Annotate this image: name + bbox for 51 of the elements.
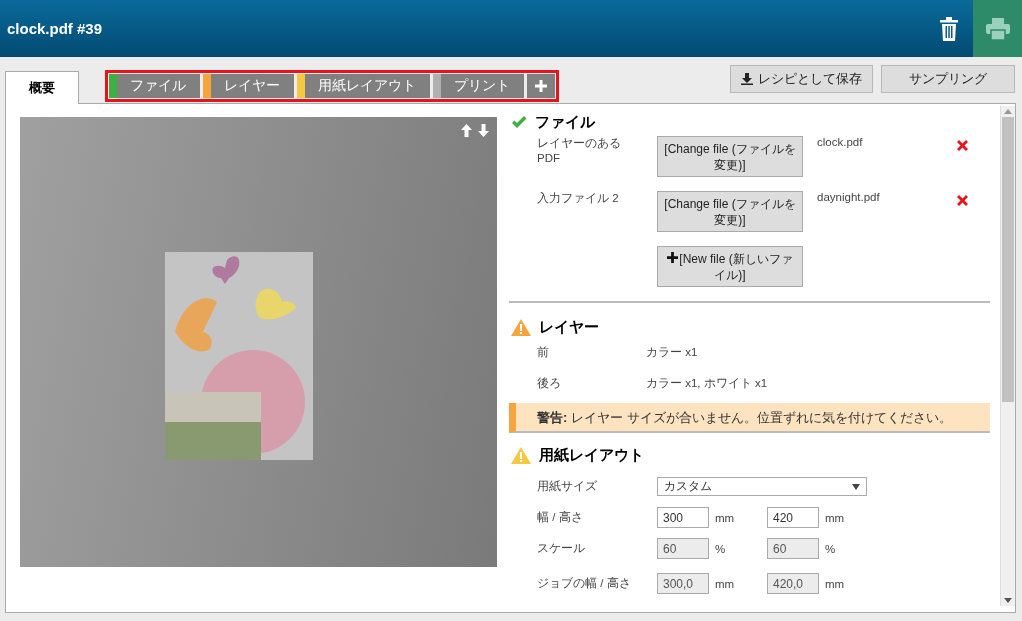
plus-icon (535, 80, 547, 92)
sampling-button[interactable]: サンプリング (881, 65, 1015, 93)
section-title: レイヤー (539, 317, 599, 337)
unit-label: % (714, 542, 727, 555)
scroll-up-icon[interactable] (1004, 109, 1012, 114)
field-label: ジョブの幅 / 高さ (536, 576, 632, 591)
scrollbar[interactable] (1000, 106, 1015, 606)
new-file-button[interactable]: [New file (新しいファイル)] (657, 246, 803, 287)
scroll-down-icon[interactable] (1004, 598, 1012, 603)
printer-icon (985, 17, 1010, 40)
scroll-thumb[interactable] (1002, 117, 1014, 402)
remove-icon[interactable] (957, 140, 968, 151)
field-label: レイヤーのある PDF (536, 136, 622, 166)
plus-icon (667, 251, 679, 263)
field-label: 前 (536, 345, 550, 360)
unit-label: mm (714, 577, 736, 590)
save-recipe-button[interactable]: レシピとして保存 (730, 65, 873, 93)
dropdown-arrow-icon (852, 483, 860, 490)
change-file-button[interactable]: [Change file (ファイルを変更)] (657, 136, 803, 177)
unit-label: mm (824, 577, 846, 590)
field-label: 入力ファイル 2 (536, 191, 620, 206)
warning-message: 警告: レイヤー サイズが合いません。位置ずれに気を付けてください。 (509, 403, 990, 433)
paper-size-dropdown[interactable]: カスタム (657, 477, 867, 496)
download-icon (741, 73, 753, 85)
window-title: clock.pdf #39 (6, 20, 103, 37)
unit-label: mm (824, 511, 846, 524)
field-label: 用紙サイズ (536, 479, 598, 494)
field-label: スケール (536, 541, 586, 556)
file-name: daynight.pdf (817, 191, 881, 203)
step-tab[interactable]: プリント (433, 74, 524, 98)
tab[interactable]: 概要 (5, 71, 79, 104)
arrow-up-icon[interactable] (461, 124, 472, 137)
field-value: カラー x1, ホワイト x1 (646, 376, 768, 391)
step-tab[interactable]: ファイル (109, 74, 200, 98)
number-input[interactable]: 300 (657, 507, 709, 528)
add-step-button[interactable] (527, 74, 555, 98)
step-tab[interactable]: レイヤー (203, 74, 294, 98)
number-input[interactable]: 420 (767, 507, 819, 528)
unit-label: mm (714, 511, 736, 524)
section-title: 用紙レイアウト (539, 445, 644, 465)
change-file-button[interactable]: [Change file (ファイルを変更)] (657, 191, 803, 232)
field-value: カラー x1 (646, 345, 698, 360)
arrow-down-icon[interactable] (478, 124, 489, 137)
unit-label: % (824, 542, 837, 555)
section-title: ファイル (535, 112, 595, 132)
file-name: clock.pdf (817, 136, 864, 148)
remove-icon[interactable] (957, 195, 968, 206)
step-tab[interactable]: 用紙レイアウト (297, 74, 430, 98)
trash-icon (939, 16, 959, 41)
field-label: 幅 / 高さ (536, 510, 584, 525)
field-label: 後ろ (536, 376, 562, 391)
